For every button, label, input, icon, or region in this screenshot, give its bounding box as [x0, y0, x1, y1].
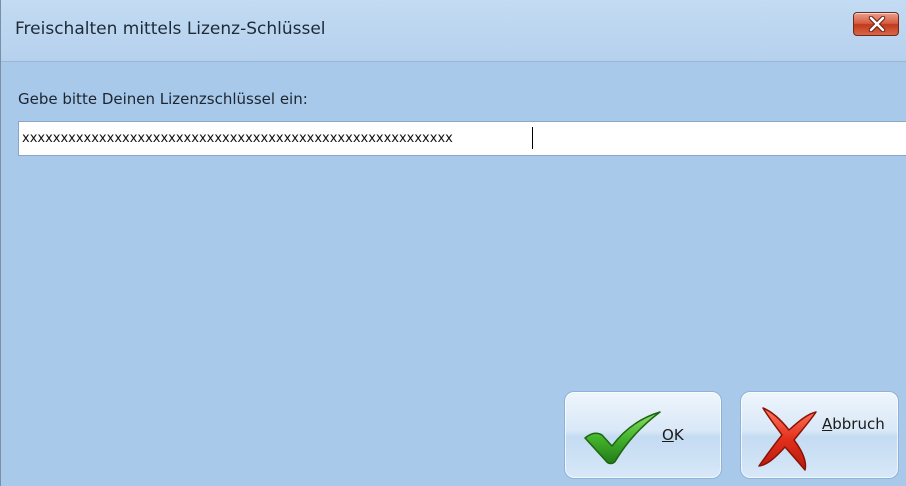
title-bar[interactable]: Freischalten mittels Lizenz-Schlüssel [1, 0, 906, 62]
license-dialog: Freischalten mittels Lizenz-Schlüssel Ge… [0, 0, 906, 486]
cancel-button[interactable]: Abbruch [740, 391, 899, 479]
red-x-icon [758, 407, 817, 471]
close-button[interactable] [853, 12, 899, 36]
license-key-input[interactable] [18, 121, 906, 156]
license-key-label: Gebe bitte Deinen Lizenzschlüssel ein: [18, 90, 308, 108]
window-title: Freischalten mittels Lizenz-Schlüssel [15, 19, 326, 39]
close-icon [868, 16, 886, 32]
ok-button-label: OK [662, 426, 684, 444]
ok-button[interactable]: OK [564, 391, 722, 479]
checkmark-icon [584, 411, 661, 465]
text-caret [532, 127, 533, 149]
cancel-button-label: Abbruch [822, 415, 885, 433]
